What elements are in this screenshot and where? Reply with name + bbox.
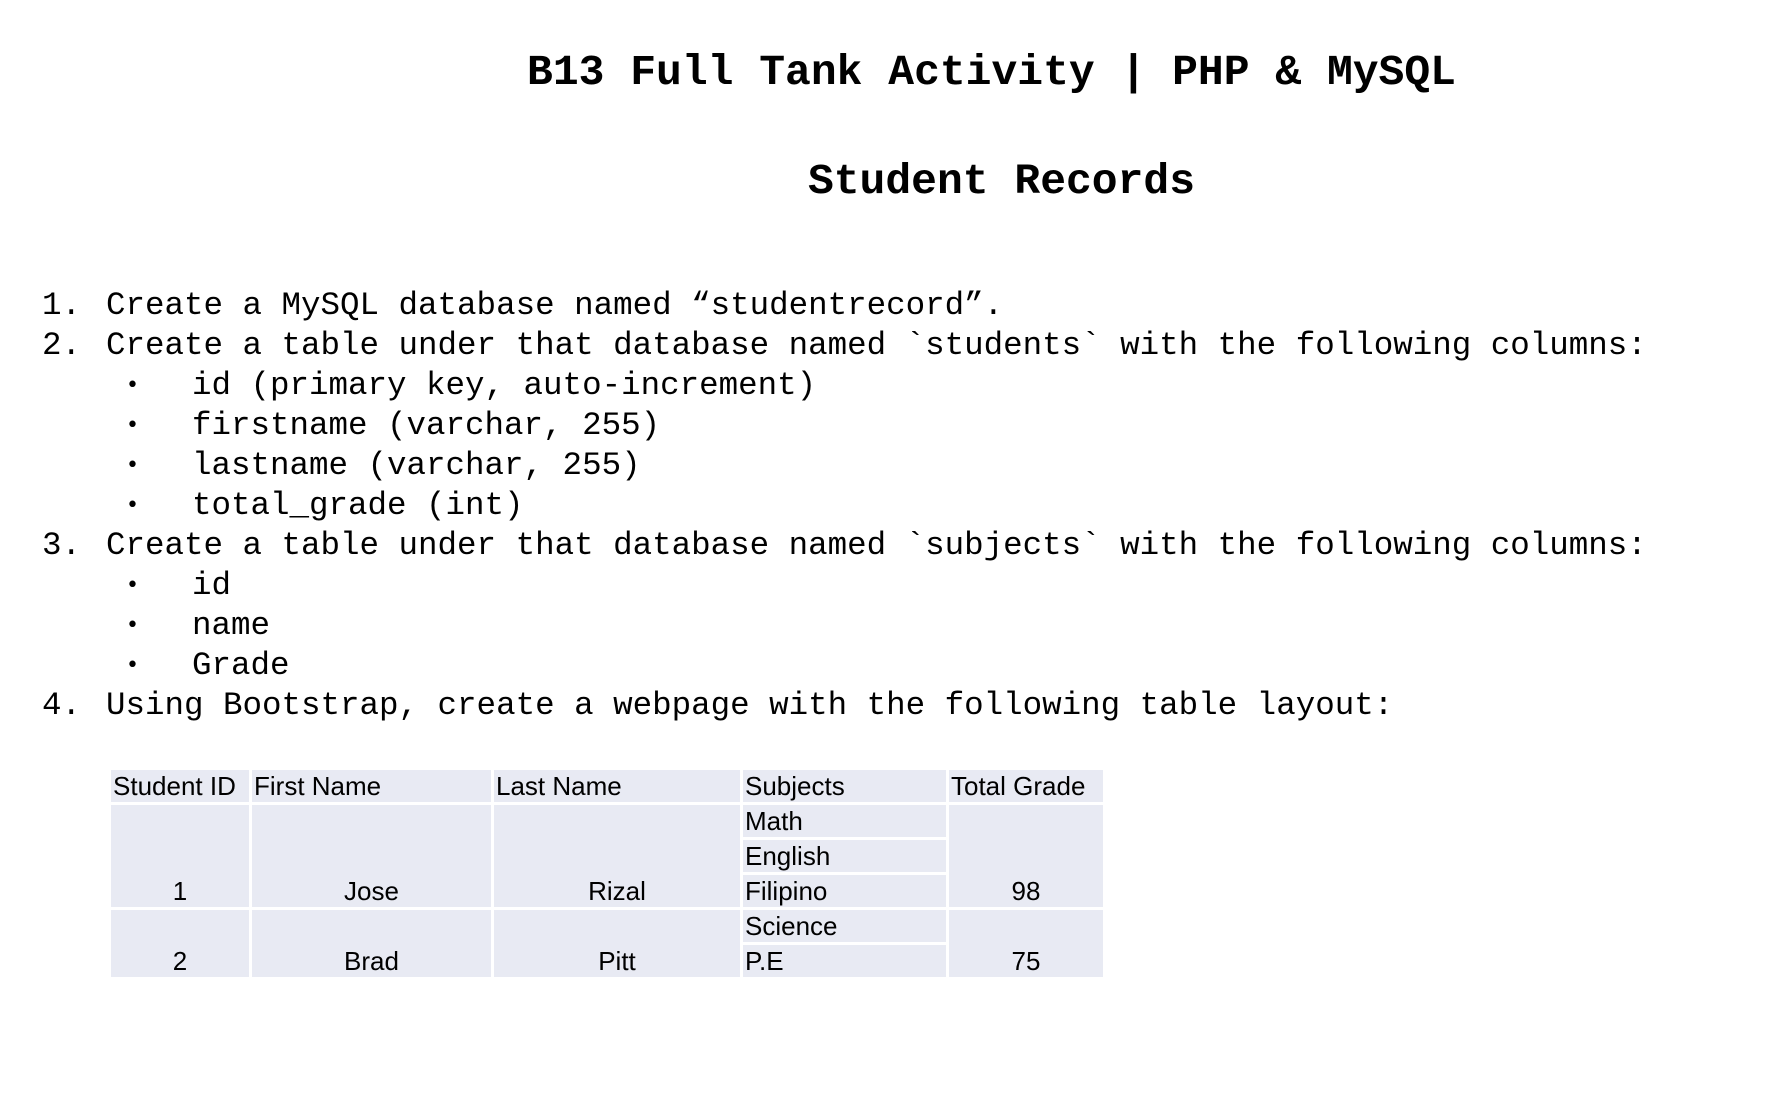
- page-subtitle: Student Records: [807, 157, 1196, 206]
- step-4: 4. Using Bootstrap, create a webpage with…: [42, 686, 1393, 726]
- list-item: • lastname (varchar, 255): [126, 446, 641, 486]
- header-subjects: Subjects: [740, 767, 949, 805]
- step-text: Using Bootstrap, create a webpage with t…: [106, 687, 1394, 724]
- cell-last-name: Pitt: [491, 907, 743, 980]
- column-spec: lastname (varchar, 255): [192, 447, 641, 484]
- step-number: 3.: [42, 527, 82, 564]
- step-text: Create a table under that database named…: [106, 527, 1647, 564]
- table-row: 2 Brad Pitt Science 75: [108, 907, 1106, 980]
- column-spec: id: [192, 567, 232, 604]
- cell-total-grade: 75: [946, 907, 1106, 980]
- cell-last-name: Rizal: [491, 802, 743, 910]
- header-student-id: Student ID: [108, 767, 252, 805]
- bullet-icon: •: [126, 573, 139, 598]
- list-item: • firstname (varchar, 255): [126, 406, 660, 446]
- list-item: • id: [126, 566, 231, 606]
- table-header-row: Student ID First Name Last Name Subjects…: [108, 767, 1106, 805]
- step-2: 2. Create a table under that database nam…: [42, 326, 1647, 366]
- cell-subject: P.E: [740, 942, 949, 980]
- step-number: 1.: [42, 287, 82, 324]
- header-first-name: First Name: [249, 767, 494, 805]
- cell-subject: Math: [740, 802, 949, 840]
- step-3: 3. Create a table under that database nam…: [42, 526, 1647, 566]
- step-1: 1. Create a MySQL database named “student…: [42, 286, 1003, 326]
- bullet-icon: •: [126, 373, 139, 398]
- cell-subject: Science: [740, 907, 949, 945]
- cell-first-name: Jose: [249, 802, 494, 910]
- column-spec: total_grade (int): [192, 487, 524, 524]
- column-spec: id (primary key, auto-increment): [192, 367, 817, 404]
- column-spec: Grade: [192, 647, 290, 684]
- cell-subject: Filipino: [740, 872, 949, 910]
- bullet-icon: •: [126, 453, 139, 478]
- column-spec: name: [192, 607, 271, 644]
- step-number: 2.: [42, 327, 82, 364]
- column-spec: firstname (varchar, 255): [192, 407, 661, 444]
- header-total-grade: Total Grade: [946, 767, 1106, 805]
- step-number: 4.: [42, 687, 82, 724]
- bullet-icon: •: [126, 413, 139, 438]
- bullet-icon: •: [126, 613, 139, 638]
- step-text: Create a table under that database named…: [106, 327, 1647, 364]
- list-item: • total_grade (int): [126, 486, 524, 526]
- cell-first-name: Brad: [249, 907, 494, 980]
- bullet-icon: •: [126, 653, 139, 678]
- table-row: 1 Jose Rizal Math 98: [108, 802, 1106, 910]
- bullet-icon: •: [126, 493, 139, 518]
- cell-student-id: 1: [108, 802, 252, 910]
- list-item: • name: [126, 606, 270, 646]
- page-title: B13 Full Tank Activity | PHP & MySQL: [527, 48, 1456, 97]
- cell-subject: English: [740, 837, 949, 875]
- cell-student-id: 2: [108, 907, 252, 980]
- header-last-name: Last Name: [491, 767, 743, 805]
- list-item: • Grade: [126, 646, 290, 686]
- list-item: • id (primary key, auto-increment): [126, 366, 816, 406]
- step-text: Create a MySQL database named “studentre…: [106, 287, 1004, 324]
- student-records-table: Student ID First Name Last Name Subjects…: [108, 767, 1106, 980]
- cell-total-grade: 98: [946, 802, 1106, 910]
